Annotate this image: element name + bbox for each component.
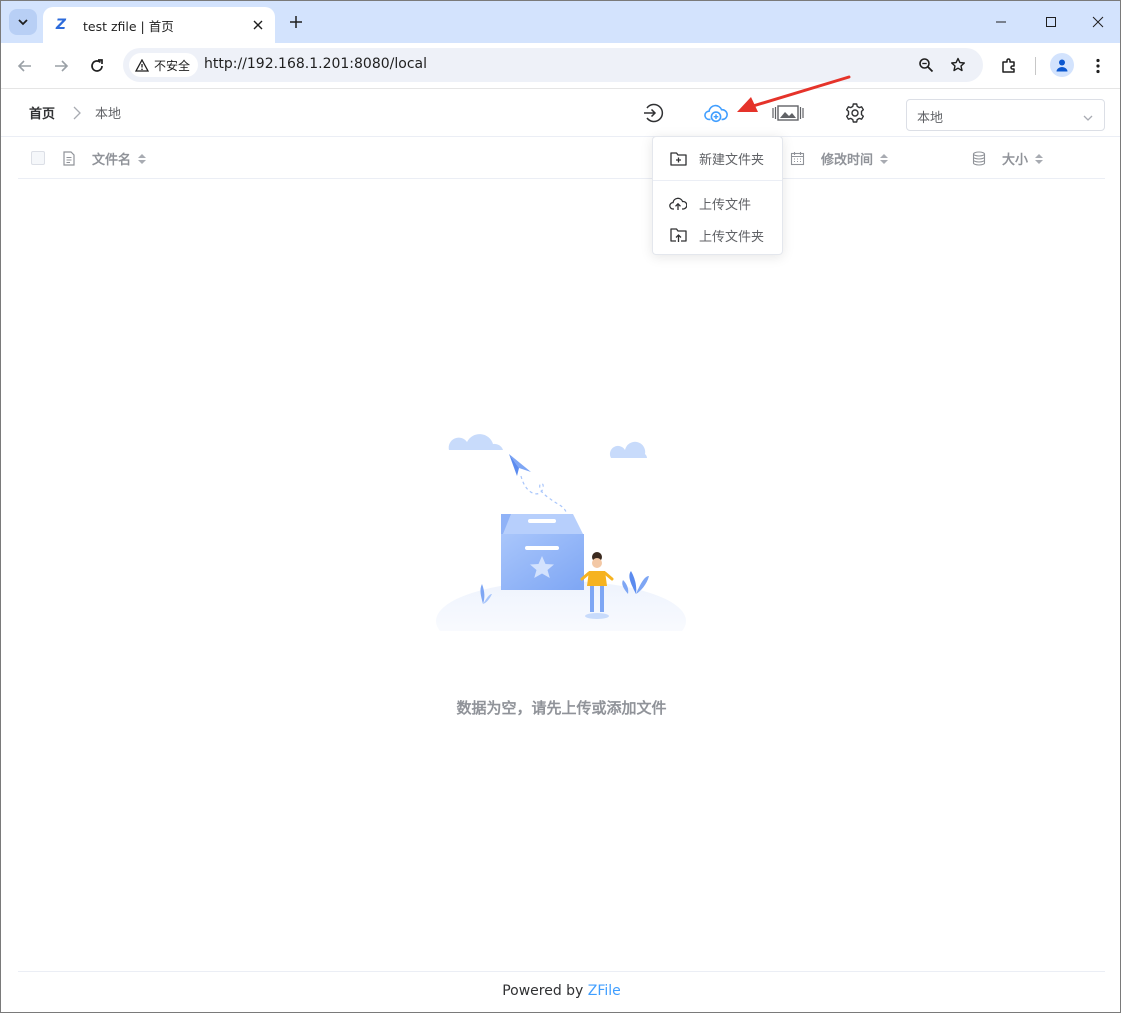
warning-icon <box>135 58 149 72</box>
menu-item-label: 新建文件夹 <box>699 152 765 168</box>
browser-window: Z test zfile | 首页 不安全 http://192.168.1.2… <box>0 0 1121 1013</box>
column-header-name[interactable]: 文件名 <box>62 149 147 168</box>
tab-strip: Z test zfile | 首页 <box>1 1 1120 43</box>
maximize-icon <box>1046 17 1056 27</box>
kebab-icon <box>1096 58 1100 74</box>
app-header: 首页 本地 本地 <box>1 89 1120 137</box>
sort-caret-icon[interactable] <box>1034 153 1044 165</box>
footer-prefix: Powered by <box>502 983 588 999</box>
chevron-right-icon <box>73 106 81 120</box>
login-icon <box>644 103 664 123</box>
file-table-header: 文件名 修改时间 大小 <box>18 138 1105 179</box>
column-header-size[interactable]: 大小 <box>972 149 1044 168</box>
cloud-plus-icon <box>704 104 728 123</box>
sort-caret-icon[interactable] <box>879 153 889 165</box>
plus-icon <box>290 16 302 28</box>
footer-brand-link[interactable]: ZFile <box>588 983 621 999</box>
menu-item-upload-file[interactable]: 上传文件 <box>653 188 782 218</box>
footer: Powered by ZFile <box>1 983 1120 999</box>
extensions-button[interactable] <box>996 53 1022 79</box>
person-icon <box>1056 59 1068 72</box>
zoom-button[interactable] <box>916 55 936 75</box>
column-name-label: 文件名 <box>92 153 132 168</box>
annotation-arrow-icon <box>737 75 851 112</box>
breadcrumb: 首页 本地 <box>29 103 121 122</box>
column-size-label: 大小 <box>1002 153 1029 168</box>
browser-menu-button[interactable] <box>1085 53 1111 79</box>
maximize-button[interactable] <box>1036 9 1066 35</box>
new-tab-button[interactable] <box>285 11 307 33</box>
tab-close-button[interactable] <box>249 16 267 34</box>
empty-box-illustration <box>436 434 686 631</box>
chevron-down-icon <box>18 19 28 26</box>
menu-divider <box>653 180 782 181</box>
menu-item-label: 上传文件夹 <box>699 229 765 245</box>
upload-menu-button[interactable] <box>704 101 728 125</box>
footer-divider <box>18 971 1105 972</box>
forward-button[interactable] <box>48 53 74 79</box>
breadcrumb-home[interactable]: 首页 <box>29 103 55 122</box>
close-window-button[interactable] <box>1083 9 1113 35</box>
arrow-right-icon <box>55 60 69 72</box>
zoom-icon <box>919 58 934 73</box>
database-icon <box>972 151 986 166</box>
minimize-icon <box>996 21 1006 23</box>
close-icon <box>1092 16 1104 28</box>
select-all-checkbox[interactable] <box>31 151 45 165</box>
browser-toolbar: 不安全 http://192.168.1.201:8080/local <box>1 43 1120 89</box>
column-modified-label: 修改时间 <box>821 153 874 168</box>
profile-button[interactable] <box>1050 53 1074 77</box>
reload-button[interactable] <box>84 53 110 79</box>
breadcrumb-current: 本地 <box>95 107 122 122</box>
security-indicator[interactable]: 不安全 <box>129 53 199 77</box>
menu-item-new-folder[interactable]: 新建文件夹 <box>653 143 782 173</box>
minimize-button[interactable] <box>986 9 1016 35</box>
menu-item-upload-folder[interactable]: 上传文件夹 <box>653 220 782 250</box>
storage-select-value: 本地 <box>917 111 944 126</box>
storage-select[interactable]: 本地 <box>906 99 1105 131</box>
folder-upload-icon <box>669 226 687 244</box>
url-text: http://192.168.1.201:8080/local <box>204 56 427 72</box>
upload-dropdown-menu: 新建文件夹 上传文件 上传文件夹 <box>652 136 783 255</box>
calendar-icon <box>790 151 805 166</box>
login-button[interactable] <box>641 101 665 125</box>
reload-icon <box>91 59 103 72</box>
tab-title: test zfile | 首页 <box>83 18 174 34</box>
close-icon <box>253 20 263 30</box>
zfile-favicon-icon: Z <box>55 17 67 33</box>
security-label: 不安全 <box>154 58 191 73</box>
empty-message: 数据为空，请先上传或添加文件 <box>456 699 667 717</box>
bookmark-button[interactable] <box>948 55 968 75</box>
folder-plus-icon <box>669 149 687 167</box>
sort-caret-icon[interactable] <box>137 153 147 165</box>
document-icon <box>62 151 76 166</box>
puzzle-icon <box>1002 58 1015 73</box>
star-icon <box>951 57 965 72</box>
cloud-upload-icon <box>669 194 687 212</box>
tab-search-button[interactable] <box>9 9 37 35</box>
arrow-left-icon <box>17 60 31 72</box>
browser-tab[interactable]: Z test zfile | 首页 <box>43 7 275 43</box>
chevron-down-icon <box>1082 109 1094 128</box>
column-header-modified[interactable]: 修改时间 <box>790 149 889 168</box>
menu-item-label: 上传文件 <box>699 197 752 213</box>
back-button[interactable] <box>12 53 38 79</box>
toolbar-divider <box>1035 57 1036 75</box>
